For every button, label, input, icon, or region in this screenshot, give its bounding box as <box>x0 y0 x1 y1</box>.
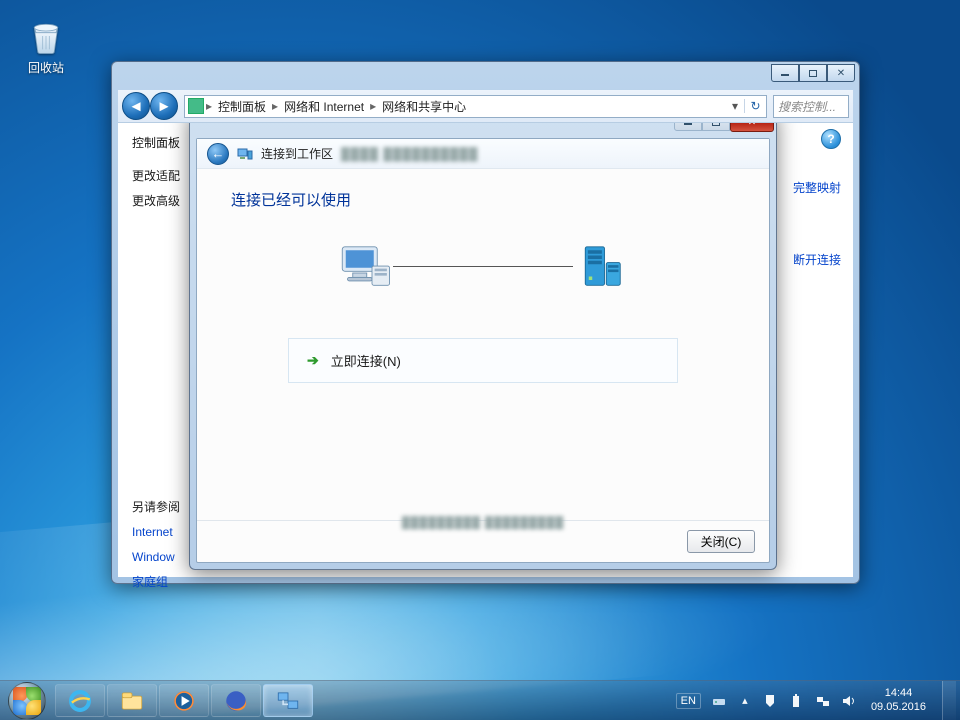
tray-time: 14:44 <box>871 687 926 701</box>
breadcrumb-seg-1[interactable]: 控制面板 <box>212 98 272 115</box>
wizard-title: 连接到工作区 <box>261 145 333 162</box>
wizard-heading: 连接已经可以使用 <box>231 189 735 210</box>
wizard-back-button[interactable]: ← <box>207 143 229 165</box>
main-link-full-map[interactable]: 完整映射 <box>793 179 841 196</box>
computer-icon <box>337 240 393 292</box>
taskbar-network-center[interactable] <box>263 684 313 717</box>
parent-toolbar: ◄ ► ▸ 控制面板 ▸ 网络和 Internet ▸ 网络和共享中心 ▾ ↻ … <box>118 90 853 123</box>
breadcrumb-seg-2[interactable]: 网络和 Internet <box>278 98 370 115</box>
taskbar: EN ▴ 14:44 09.05.2016 <box>0 680 960 720</box>
taskbar-ie[interactable] <box>55 684 105 717</box>
sidebar-see-also: 另请参阅 <box>132 495 188 520</box>
parent-close-button[interactable] <box>827 64 855 82</box>
option-connect-now-label: 立即连接(N) <box>331 351 401 370</box>
start-button[interactable] <box>0 681 54 720</box>
wizard-header: ← 连接到工作区 ████ ██████████ <box>197 139 769 169</box>
address-bar[interactable]: ▸ 控制面板 ▸ 网络和 Internet ▸ 网络和共享中心 ▾ ↻ <box>184 95 767 118</box>
show-desktop-button[interactable] <box>942 681 956 720</box>
nav-forward-button[interactable]: ► <box>150 92 178 120</box>
tray-safely-remove-icon[interactable] <box>711 693 727 709</box>
tray-action-center-icon[interactable] <box>763 693 779 709</box>
nav-back-button[interactable]: ◄ <box>122 92 150 120</box>
wizard-title-icon <box>237 146 253 162</box>
sidebar-link-windows[interactable]: Window <box>132 545 188 570</box>
parent-sidebar: 控制面板 更改适配 更改高级 另请参阅 Internet Window 家庭组 <box>118 123 188 577</box>
tray-date: 09.05.2016 <box>871 701 926 715</box>
tray-power-icon[interactable] <box>789 693 805 709</box>
main-link-disconnect[interactable]: 断开连接 <box>793 251 841 268</box>
parent-maximize-button[interactable] <box>799 64 827 82</box>
recycle-bin-label: 回收站 <box>28 61 64 75</box>
system-tray: EN ▴ 14:44 09.05.2016 <box>672 681 960 720</box>
sidebar-heading: 控制面板 <box>132 131 188 156</box>
sidebar-link-internet[interactable]: Internet <box>132 520 188 545</box>
address-icon <box>188 98 204 114</box>
help-button[interactable]: ? <box>821 129 841 149</box>
taskbar-media-player[interactable] <box>159 684 209 717</box>
wizard-footer-blurred: █████████ █████████ <box>402 517 564 529</box>
tray-volume-icon[interactable] <box>841 693 857 709</box>
tray-clock[interactable]: 14:44 09.05.2016 <box>867 687 930 715</box>
desktop-icon-recycle-bin[interactable]: 回收站 <box>18 16 74 76</box>
parent-minimize-button[interactable] <box>771 64 799 82</box>
option-connect-now[interactable]: ➔ 立即连接(N) <box>288 338 678 383</box>
breadcrumb-seg-3[interactable]: 网络和共享中心 <box>376 98 472 115</box>
search-input[interactable]: 搜索控制... <box>773 95 849 118</box>
tray-up-icon[interactable]: ▴ <box>737 693 753 709</box>
taskbar-firefox[interactable] <box>211 684 261 717</box>
search-placeholder: 搜索控制... <box>778 98 836 115</box>
parent-titlebar[interactable] <box>112 62 859 88</box>
address-refresh[interactable]: ↻ <box>744 99 766 113</box>
sidebar-link-homegroup[interactable]: 家庭组 <box>132 570 188 595</box>
sidebar-link-adapter[interactable]: 更改适配 <box>132 164 188 189</box>
connection-diagram <box>231 240 735 292</box>
taskbar-explorer[interactable] <box>107 684 157 717</box>
recycle-bin-icon <box>24 16 68 56</box>
wizard-subtitle-blurred: ████ ██████████ <box>341 147 478 161</box>
connection-line <box>393 266 573 267</box>
arrow-right-icon: ➔ <box>307 352 319 369</box>
address-dropdown[interactable]: ▾ <box>726 99 744 113</box>
tray-language[interactable]: EN <box>676 693 701 709</box>
window-connect-workplace-wizard: ← 连接到工作区 ████ ██████████ 连接已经可以使用 <box>189 110 777 570</box>
sidebar-link-advanced[interactable]: 更改高级 <box>132 189 188 214</box>
wizard-close-footer-button[interactable]: 关闭(C) <box>687 530 755 553</box>
tray-network-icon[interactable] <box>815 693 831 709</box>
server-icon <box>573 240 629 292</box>
